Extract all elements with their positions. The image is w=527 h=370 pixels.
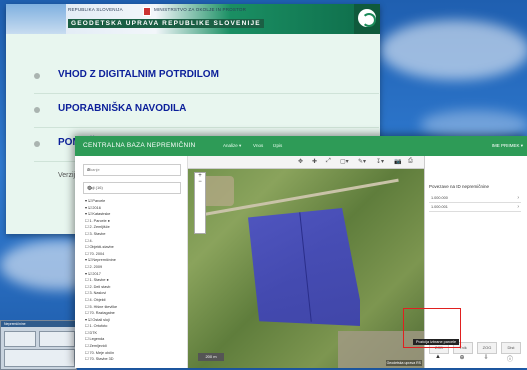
tree-item[interactable]: ☐ 2. Zemljišče [85, 224, 185, 231]
logo-box [354, 4, 380, 34]
menu-item-label[interactable]: VHOD Z DIGITALNIM POTRDILOM [58, 69, 219, 80]
app-title: CENTRALNA BAZA NEPREMIČNIN [83, 142, 196, 149]
locate-icon[interactable]: ▲ [429, 354, 447, 360]
tree-item[interactable]: ☐ 3. Naslovi [85, 290, 185, 297]
map-canvas[interactable]: ✥ ✚ ⤢ ▢▾ ✎▾ ↧▾ 📷 ⎙ + − 200 m Geodetska u… [188, 156, 424, 368]
settings-icon[interactable]: ⚙ [87, 185, 178, 192]
mini-panel [4, 331, 36, 347]
tree-item[interactable]: ▾ ☑ Nepremičnine [85, 257, 185, 264]
layers-panel: Iskanje ⌕ Sloji (16) ⚙ ▾ ☑ Parcele ▾ ☑ 2… [75, 156, 188, 368]
tree-item[interactable]: ☐ 2. 2009 [85, 264, 185, 271]
tree-item[interactable]: ☐ 1. Parcele ● [85, 218, 185, 225]
background-app-window: Nepremičnine [0, 320, 77, 370]
result-id: 1.000.000 [431, 196, 448, 200]
mini-panel [4, 349, 75, 367]
bullet-icon [34, 73, 40, 79]
crest-icon [143, 7, 151, 16]
map-attribution: Geodetska uprava RS [385, 360, 422, 366]
menu-izpis[interactable]: Izpis [273, 143, 282, 148]
tree-item[interactable]: ☐ 70. 2004 [85, 251, 185, 258]
tool-tab[interactable]: ZOG [477, 342, 497, 354]
tree-item[interactable]: ☐ Objekti-stavbe [85, 244, 185, 251]
tree-item[interactable]: ☐ DTK [85, 330, 185, 337]
identify-tool-icon[interactable]: ✚ [312, 158, 317, 165]
print-icon[interactable]: ⎙ [408, 158, 413, 165]
result-id: 1.000.001 [431, 205, 448, 209]
agency-title: GEODETSKA UPRAVA REPUBLIKE SLOVENIJE [68, 19, 264, 28]
bullet-icon [34, 141, 40, 147]
search-input[interactable]: Iskanje ⌕ [83, 164, 181, 176]
camera-icon[interactable]: 📷 [394, 158, 401, 165]
info-icon[interactable]: ⓘ [501, 354, 519, 363]
tree-item[interactable]: ☐ 3. Stavbe [85, 231, 185, 238]
tree-item[interactable]: ☐ 2. Deli stavb [85, 284, 185, 291]
tooltip: Pozicija izbrane parcele [413, 339, 460, 345]
portal-banner: REPUBLIKA SLOVENIJA MINISTRSTVO ZA OKOLJ… [6, 4, 380, 34]
results-heading: Povezave na ID nepremičnine [429, 184, 490, 189]
layers-header[interactable]: Sloji (16) ⚙ [83, 182, 181, 194]
extent-tool-icon[interactable]: ⤢ [326, 158, 331, 165]
gurs-logo-icon [358, 9, 376, 27]
version-label: Verzij [58, 172, 76, 179]
chevron-right-icon[interactable]: › [517, 204, 519, 210]
mini-titlebar: Nepremičnine [1, 321, 76, 327]
tree-item[interactable]: ☐ 70. Stavbe 3D [85, 356, 185, 363]
mini-title: Nepremičnine [4, 322, 26, 326]
menu-item-user-manuals[interactable]: UPORABNIŠKA NAVODILA [34, 94, 379, 128]
cbn-app-window: CENTRALNA BAZA NEPREMIČNIN Analize ▾ Vno… [75, 136, 527, 368]
menu-vnos[interactable]: Vnos [253, 143, 263, 148]
export-icon[interactable]: ⇩ [477, 354, 495, 361]
user-menu[interactable]: IME PRIIMEK ▾ [492, 143, 523, 149]
menu-analize[interactable]: Analize ▾ [223, 143, 241, 149]
layer-tree: ▾ ☑ Parcele ▾ ☑ 2016 ▾ ☑ Katastrske ☐ 1.… [85, 198, 185, 363]
tree-item[interactable]: ☐ 1. Stavbe ● [85, 277, 185, 284]
tree-item[interactable]: ☐ 1. Ortofoto [85, 323, 185, 330]
tree-item[interactable]: ▾ ☑ Ostali sloji [85, 317, 185, 324]
tree-item[interactable]: ☐ 4. [85, 238, 185, 245]
zoom-control[interactable]: + − [194, 172, 206, 234]
zoom-to-icon[interactable]: ⊕ [453, 354, 471, 361]
result-row[interactable]: 1.000.000 › [429, 194, 521, 203]
scale-bar: 200 m [198, 353, 224, 361]
tree-item[interactable]: ☐ Legenda [85, 336, 185, 343]
tree-item[interactable]: ☐ 5. Hišne številke [85, 304, 185, 311]
zoom-out-icon[interactable]: − [195, 179, 205, 185]
tree-item[interactable]: ☐ 70. Meje občin [85, 350, 185, 357]
tree-item[interactable]: ▾ ☑ Parcele [85, 198, 185, 205]
tree-item[interactable]: ▾ ☑ Katastrske [85, 211, 185, 218]
app-topbar: CENTRALNA BAZA NEPREMIČNIN Analize ▾ Vno… [75, 136, 527, 156]
sky-banner-image [6, 4, 66, 34]
chevron-right-icon[interactable]: › [517, 195, 519, 201]
measure-tool-icon[interactable]: ↧▾ [376, 158, 384, 165]
select-tool-icon[interactable]: ▢▾ [340, 158, 349, 165]
tree-item[interactable]: ▾ ☑ 2017 [85, 271, 185, 278]
search-icon[interactable]: ⌕ [87, 167, 178, 174]
menu-item-digital-login[interactable]: VHOD Z DIGITALNIM POTRDILOM [34, 60, 379, 94]
pan-tool-icon[interactable]: ✥ [298, 158, 303, 165]
bullet-icon [34, 107, 40, 113]
ministry-left-text: REPUBLIKA SLOVENIJA [68, 7, 123, 12]
tree-item[interactable]: ▾ ☑ 2016 [85, 205, 185, 212]
result-row[interactable]: 1.000.001 › [429, 203, 521, 212]
map-toolbar: ✥ ✚ ⤢ ▢▾ ✎▾ ↧▾ 📷 ⎙ [188, 156, 424, 169]
cloud [380, 20, 527, 80]
tree-item[interactable]: ☐ 70. Razlagalne [85, 310, 185, 317]
tree-item[interactable]: ☐ 4. Objekti [85, 297, 185, 304]
ministry-right-text: MINISTRSTVO ZA OKOLJE IN PROSTOR [154, 7, 247, 12]
draw-tool-icon[interactable]: ✎▾ [358, 158, 366, 165]
tool-tab[interactable]: Dist [501, 342, 521, 354]
tree-item[interactable]: ☐ Zemljevidi [85, 343, 185, 350]
mini-panel [39, 331, 75, 347]
menu-item-label[interactable]: UPORABNIŠKA NAVODILA [58, 103, 186, 114]
